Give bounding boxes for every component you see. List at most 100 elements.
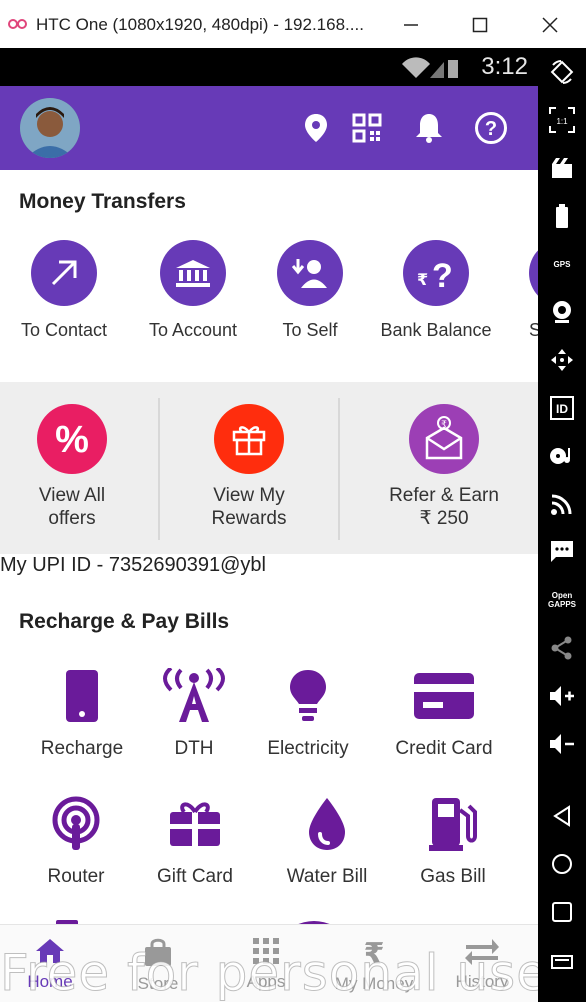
volume-up-icon[interactable]	[542, 678, 582, 714]
divider	[158, 398, 160, 540]
screenshot-icon[interactable]	[542, 150, 582, 186]
view-all-offers-label: View All offers	[0, 484, 152, 530]
electricity-label: Electricity	[267, 738, 349, 759]
water-drop-icon	[262, 794, 392, 854]
pixel-perfect-icon[interactable]: 1:1	[542, 102, 582, 138]
refer-envelope-icon: ₹	[409, 404, 479, 474]
maximize-icon	[472, 17, 488, 33]
bank-balance-button[interactable]: ₹? Bank Balance	[371, 240, 501, 341]
svg-text:?: ?	[432, 257, 453, 291]
gift-icon	[214, 404, 284, 474]
gas-bill-label: Gas Bill	[420, 866, 486, 887]
media-icon[interactable]	[542, 438, 582, 474]
credit-card-icon	[379, 666, 509, 726]
qr-code-icon[interactable]	[347, 108, 387, 148]
view-all-offers-button[interactable]: % View All offers	[0, 404, 152, 530]
credit-card-button[interactable]: Credit Card	[379, 666, 509, 760]
home-circle-icon[interactable]	[542, 846, 582, 882]
gps-text: GPS	[553, 259, 571, 269]
cast-icon[interactable]	[542, 486, 582, 522]
avatar[interactable]	[20, 98, 80, 158]
menu-icon[interactable]	[542, 944, 582, 980]
router-button[interactable]: Router	[11, 794, 141, 888]
money-transfers-title: Money Transfers	[19, 190, 186, 213]
identifiers-icon[interactable]: ID	[542, 390, 582, 426]
recharge-label: Recharge	[40, 738, 124, 759]
minimize-button[interactable]	[396, 8, 426, 42]
gas-bill-button[interactable]: Gas Bill	[388, 794, 518, 888]
camera-icon[interactable]	[542, 294, 582, 330]
bank-balance-label: Bank Balance	[380, 320, 492, 340]
svg-text:?: ?	[485, 118, 497, 140]
self-transfer-icon	[277, 240, 343, 306]
share-icon[interactable]	[542, 630, 582, 666]
gps-icon[interactable]: GPS	[542, 246, 582, 282]
water-bill-label: Water Bill	[286, 866, 368, 887]
offers-strip: % View All offers View My Rewards ₹ Refe…	[0, 382, 538, 554]
bank-icon	[160, 240, 226, 306]
offer-line: View All	[38, 485, 106, 506]
offer-line: ₹ 250	[419, 508, 469, 529]
arrow-up-right-icon	[31, 240, 97, 306]
profile-photo	[20, 98, 80, 158]
refer-earn-button[interactable]: ₹ Refer & Earn ₹ 250	[364, 404, 524, 530]
water-bill-button[interactable]: Water Bill	[262, 794, 392, 888]
offer-line: Refer & Earn	[389, 485, 499, 506]
to-contact-button[interactable]: To Contact	[0, 240, 129, 341]
maximize-button[interactable]	[465, 8, 495, 42]
gas-pump-icon	[388, 794, 518, 854]
back-icon[interactable]	[542, 798, 582, 834]
minimize-icon	[404, 24, 418, 26]
recharge-button[interactable]: Recharge	[17, 666, 147, 760]
mobile-icon	[17, 666, 147, 726]
upi-id-text[interactable]: My UPI ID - 7352690391@ybl	[0, 554, 266, 577]
more-transfer-label: S	[529, 320, 538, 340]
recent-apps-icon[interactable]	[542, 894, 582, 930]
more-icon	[529, 240, 538, 306]
view-rewards-label: View My Rewards	[169, 484, 329, 530]
rotate-icon[interactable]	[542, 54, 582, 90]
svg-text:₹: ₹	[417, 270, 428, 289]
antenna-icon	[129, 666, 259, 726]
bulb-icon	[243, 666, 373, 726]
volume-down-icon[interactable]	[542, 726, 582, 762]
battery-icon[interactable]	[542, 198, 582, 234]
refer-earn-label: Refer & Earn ₹ 250	[364, 484, 524, 530]
status-bar: 3:12	[0, 48, 538, 86]
opengapps-line: GAPPS	[547, 600, 576, 609]
offer-line: View My	[213, 485, 285, 506]
to-account-button[interactable]: To Account	[128, 240, 258, 341]
phone-screen: 3:12 ? Money Transfers To Contact To Acc…	[0, 48, 538, 1002]
router-label: Router	[47, 866, 105, 887]
close-button[interactable]	[535, 8, 565, 42]
genymotion-logo-icon	[8, 18, 30, 32]
close-icon	[542, 17, 558, 33]
offer-line: offers	[48, 508, 96, 529]
to-account-label: To Account	[148, 320, 238, 340]
opengapps-icon[interactable]: Open GAPPS	[542, 582, 582, 618]
emulator-toolbar: 1:1 GPS ID Open GAPPS	[538, 48, 586, 1002]
view-rewards-button[interactable]: View My Rewards	[169, 404, 329, 530]
sms-icon[interactable]	[542, 534, 582, 570]
to-self-label: To Self	[282, 320, 338, 340]
window-titlebar: HTC One (1080x1920, 480dpi) - 192.168...…	[0, 0, 586, 50]
router-icon	[11, 794, 141, 854]
electricity-button[interactable]: Electricity	[243, 666, 373, 760]
svg-text:%: %	[55, 419, 89, 459]
divider	[338, 398, 340, 540]
gift-card-label: Gift Card	[156, 866, 234, 887]
opengapps-line: Open	[551, 591, 573, 600]
to-self-button[interactable]: To Self	[245, 240, 375, 341]
dth-button[interactable]: DTH	[129, 666, 259, 760]
gift-card-button[interactable]: Gift Card	[130, 794, 260, 888]
dpad-icon[interactable]	[542, 342, 582, 378]
balance-query-icon: ₹?	[403, 240, 469, 306]
more-transfer-button[interactable]: S	[497, 240, 538, 341]
bell-icon[interactable]	[409, 108, 449, 148]
gift-card-icon	[130, 794, 260, 854]
recharge-title: Recharge & Pay Bills	[19, 610, 230, 633]
watermark-text: Free for personal use	[0, 944, 548, 1002]
location-icon[interactable]	[296, 108, 336, 148]
help-icon[interactable]: ?	[471, 108, 511, 148]
emulator-window: HTC One (1080x1920, 480dpi) - 192.168...…	[0, 0, 586, 1002]
